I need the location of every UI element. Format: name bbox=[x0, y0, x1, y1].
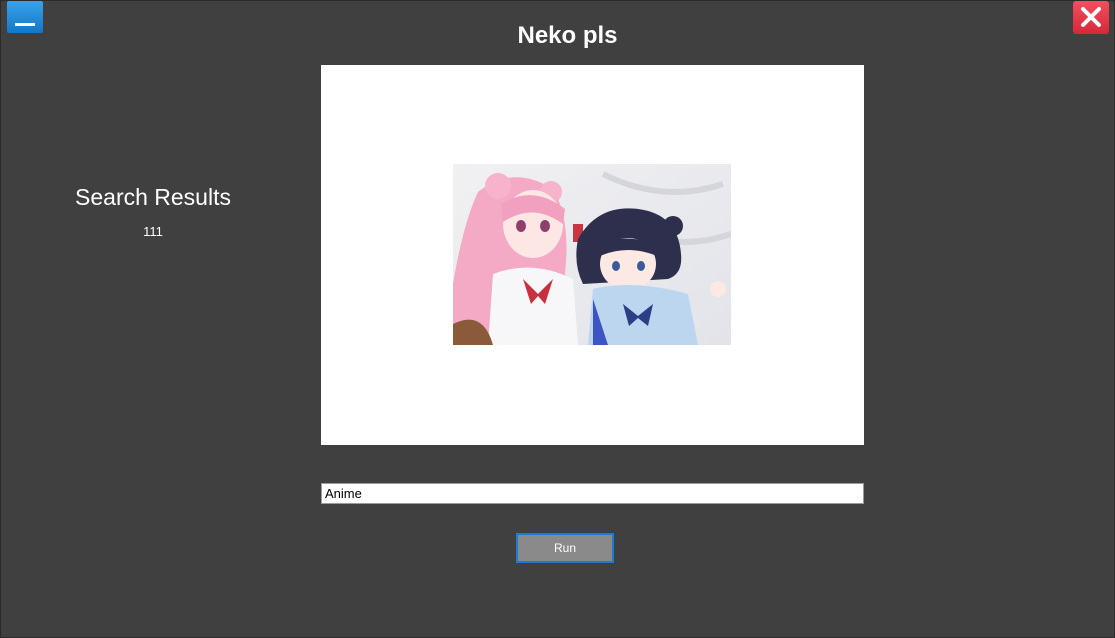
search-input[interactable] bbox=[321, 483, 864, 504]
search-results-count: 111 bbox=[143, 224, 163, 239]
search-results-label: Search Results bbox=[75, 184, 231, 210]
app-title: Neko pls bbox=[517, 22, 618, 49]
run-button[interactable]: Run bbox=[516, 533, 614, 563]
image-display-panel bbox=[321, 65, 864, 445]
anime-image bbox=[453, 164, 731, 345]
